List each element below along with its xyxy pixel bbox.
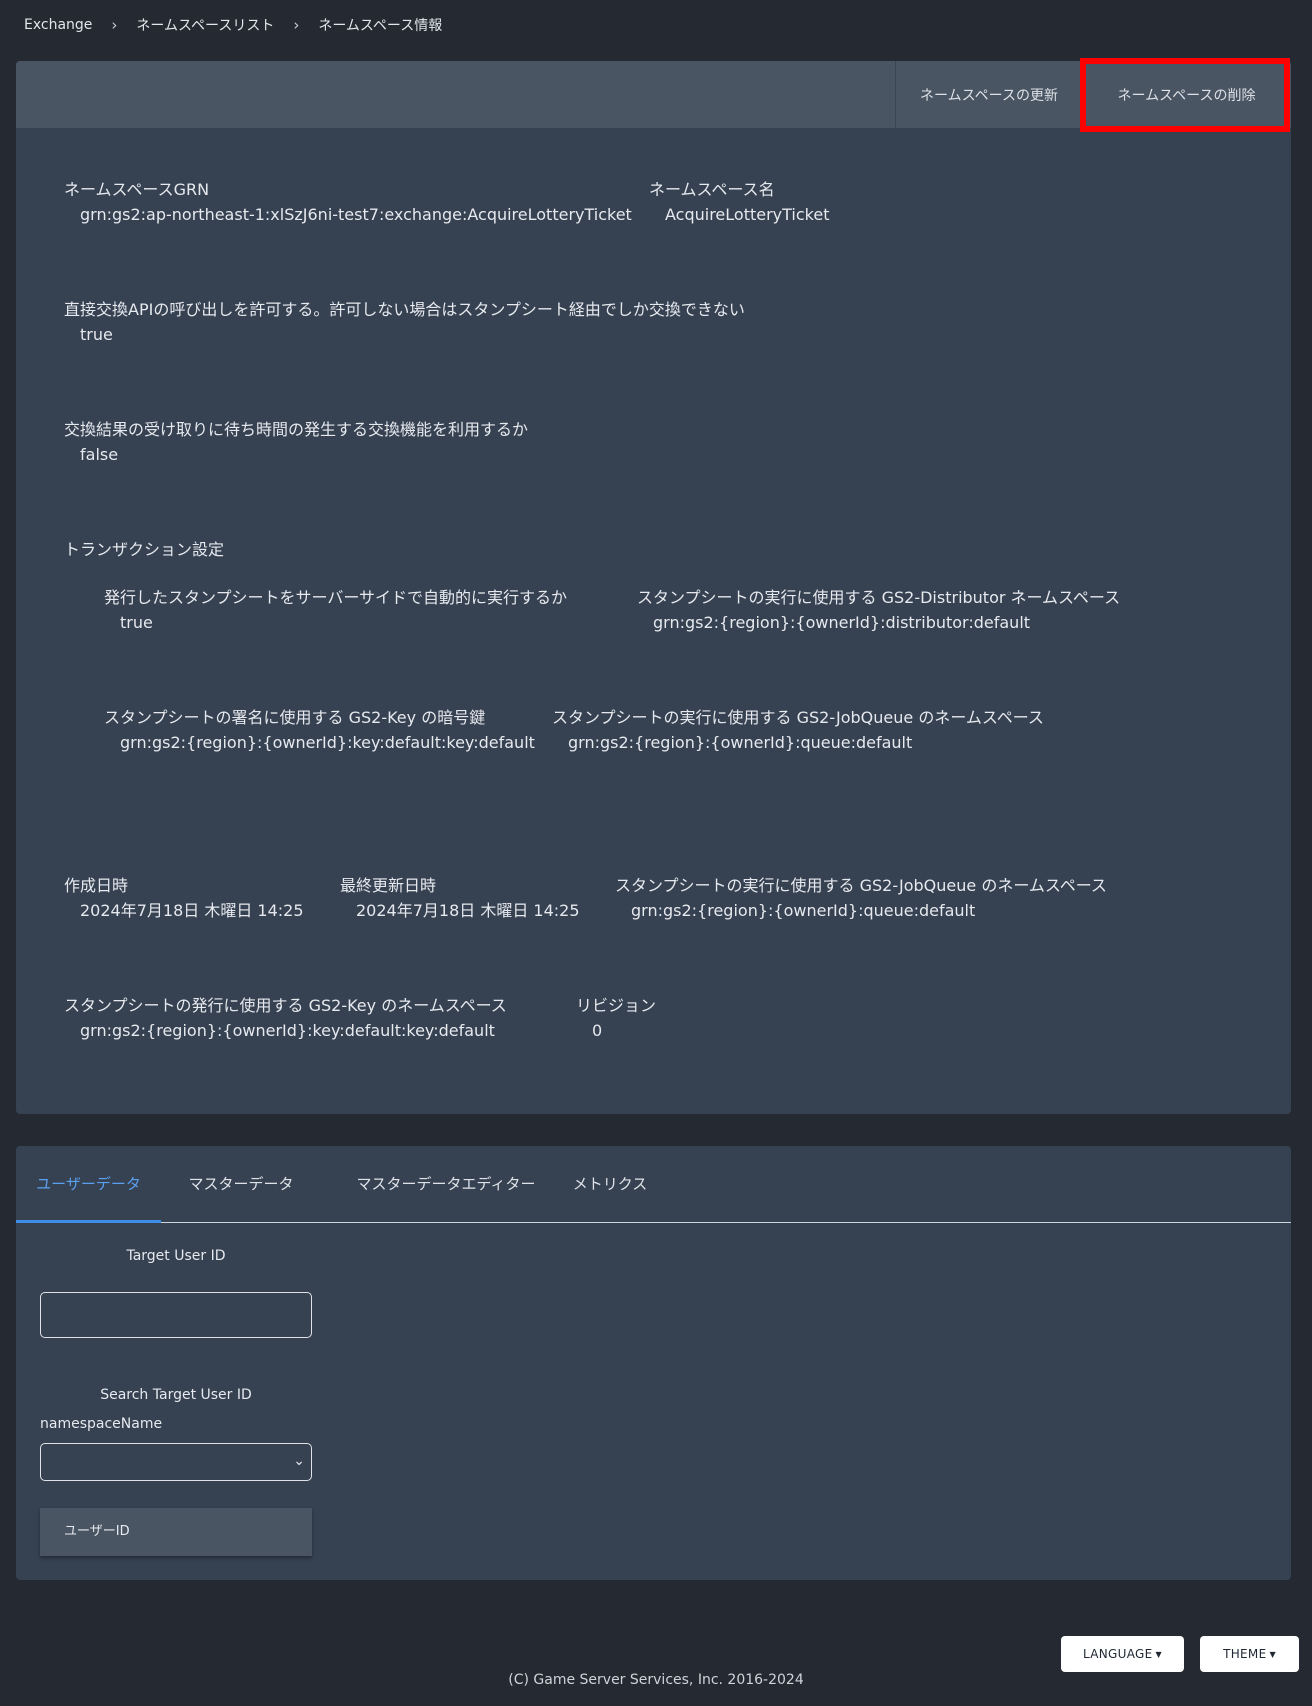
- target-user-id-input[interactable]: [40, 1292, 312, 1338]
- field-jobqueue: スタンプシートの実行に使用する GS2-JobQueue のネームスペース gr…: [552, 706, 1044, 756]
- chevron-down-icon: ⌄: [293, 1453, 305, 1469]
- card-header: ネームスペースの更新 ネームスペースの削除: [16, 61, 1291, 128]
- distributor-label: スタンプシートの実行に使用する GS2-Distributor ネームスペース: [637, 588, 1121, 607]
- field-name: ネームスペース名 AcquireLotteryTicket: [649, 178, 829, 228]
- name-value: AcquireLotteryTicket: [665, 205, 830, 224]
- breadcrumb-namespace-info[interactable]: ネームスペース情報: [318, 15, 442, 35]
- caret-down-icon: ▼: [1269, 1649, 1276, 1659]
- target-user-id-label: Target User ID: [126, 1248, 226, 1264]
- delete-namespace-button[interactable]: ネームスペースの削除: [1082, 61, 1291, 128]
- language-dropdown-button[interactable]: LANGUAGE ▼: [1061, 1636, 1184, 1672]
- language-label: LANGUAGE: [1083, 1647, 1153, 1661]
- auto-run-label: 発行したスタンプシートをサーバーサイドで自動的に実行するか: [104, 588, 568, 607]
- await-exchange-label: 交換結果の受け取りに待ち時間の発生する交換機能を利用するか: [64, 420, 529, 439]
- jobqueue-value: grn:gs2:{region}:{ownerId}:queue:default: [568, 733, 913, 752]
- theme-label: THEME: [1223, 1647, 1267, 1661]
- field-direct-exchange: 直接交換APIの呼び出しを許可する。許可しない場合はスタンプシート経由でしか交換…: [64, 298, 745, 348]
- key-value: grn:gs2:{region}:{ownerId}:key:default:k…: [120, 733, 535, 752]
- field-created-at: 作成日時 2024年7月18日 木曜日 14:25: [64, 874, 304, 924]
- issue-key-label: スタンプシートの発行に使用する GS2-Key のネームスペース: [64, 996, 507, 1015]
- update-namespace-button[interactable]: ネームスペースの更新: [895, 61, 1082, 128]
- tab-bar: ユーザーデータ マスターデータ マスターデータエディター メトリクス: [16, 1146, 1291, 1223]
- namespace-info-card: ネームスペースの更新 ネームスペースの削除 ネームスペースGRN grn:gs2…: [16, 61, 1291, 1114]
- grn-value: grn:gs2:ap-northeast-1:xlSzJ6ni-test7:ex…: [80, 205, 632, 224]
- field-jobqueue-2: スタンプシートの実行に使用する GS2-JobQueue のネームスペース gr…: [615, 874, 1107, 924]
- auto-run-value: true: [120, 613, 153, 632]
- tab-metrics[interactable]: メトリクス: [564, 1146, 656, 1223]
- direct-exchange-value: true: [80, 325, 113, 344]
- user-id-column-header: ユーザーID: [40, 1508, 312, 1556]
- field-revision: リビジョン 0: [576, 994, 656, 1044]
- direct-exchange-label: 直接交換APIの呼び出しを許可する。許可しない場合はスタンプシート経由でしか交換…: [64, 300, 745, 319]
- await-exchange-value: false: [80, 445, 119, 464]
- namespace-name-select[interactable]: ⌄: [40, 1443, 312, 1481]
- distributor-value: grn:gs2:{region}:{ownerId}:distributor:d…: [653, 613, 1031, 632]
- field-auto-run: 発行したスタンプシートをサーバーサイドで自動的に実行するか true: [104, 586, 567, 636]
- tab-master-data-editor[interactable]: マスターデータエディター: [346, 1146, 546, 1223]
- issue-key-value: grn:gs2:{region}:{ownerId}:key:default:k…: [80, 1021, 495, 1040]
- tab-user-data[interactable]: ユーザーデータ: [16, 1146, 161, 1223]
- jobqueue-2-label: スタンプシートの実行に使用する GS2-JobQueue のネームスペース: [615, 876, 1107, 895]
- field-issue-key: スタンプシートの発行に使用する GS2-Key のネームスペース grn:gs2…: [64, 994, 507, 1044]
- breadcrumb-namespace-list[interactable]: ネームスペースリスト: [136, 15, 274, 35]
- transaction-setting-label: トランザクション設定: [64, 540, 225, 559]
- chevron-right-icon: ›: [111, 16, 118, 34]
- chevron-right-icon: ›: [293, 16, 300, 34]
- created-at-value: 2024年7月18日 木曜日 14:25: [80, 901, 304, 920]
- updated-at-value: 2024年7月18日 木曜日 14:25: [356, 901, 580, 920]
- grn-label: ネームスペースGRN: [64, 180, 210, 199]
- key-label: スタンプシートの署名に使用する GS2-Key の暗号鍵: [104, 708, 486, 727]
- revision-value: 0: [592, 1021, 603, 1040]
- namespace-name-label: namespaceName: [40, 1416, 163, 1432]
- field-updated-at: 最終更新日時 2024年7月18日 木曜日 14:25: [340, 874, 580, 924]
- updated-at-label: 最終更新日時: [340, 876, 437, 895]
- copyright: (C) Game Server Services, Inc. 2016-2024: [508, 1672, 804, 1688]
- theme-dropdown-button[interactable]: THEME ▼: [1200, 1636, 1299, 1672]
- name-label: ネームスペース名: [649, 180, 775, 199]
- revision-label: リビジョン: [576, 996, 657, 1015]
- field-grn: ネームスペースGRN grn:gs2:ap-northeast-1:xlSzJ6…: [64, 178, 632, 228]
- search-target-user-id-label: Search Target User ID: [100, 1387, 252, 1403]
- caret-down-icon: ▼: [1155, 1649, 1162, 1659]
- field-await-exchange: 交換結果の受け取りに待ち時間の発生する交換機能を利用するか false: [64, 418, 528, 468]
- field-distributor: スタンプシートの実行に使用する GS2-Distributor ネームスペース …: [637, 586, 1120, 636]
- breadcrumb: Exchange › ネームスペースリスト › ネームスペース情報: [24, 14, 442, 36]
- field-key: スタンプシートの署名に使用する GS2-Key の暗号鍵 grn:gs2:{re…: [104, 706, 535, 756]
- jobqueue-label: スタンプシートの実行に使用する GS2-JobQueue のネームスペース: [552, 708, 1044, 727]
- tab-master-data[interactable]: マスターデータ: [177, 1146, 305, 1223]
- created-at-label: 作成日時: [64, 876, 129, 895]
- field-transaction: トランザクション設定: [64, 538, 224, 562]
- jobqueue-2-value: grn:gs2:{region}:{ownerId}:queue:default: [631, 901, 976, 920]
- breadcrumb-exchange[interactable]: Exchange: [24, 17, 92, 33]
- user-data-card: ユーザーデータ マスターデータ マスターデータエディター メトリクス Targe…: [16, 1146, 1291, 1580]
